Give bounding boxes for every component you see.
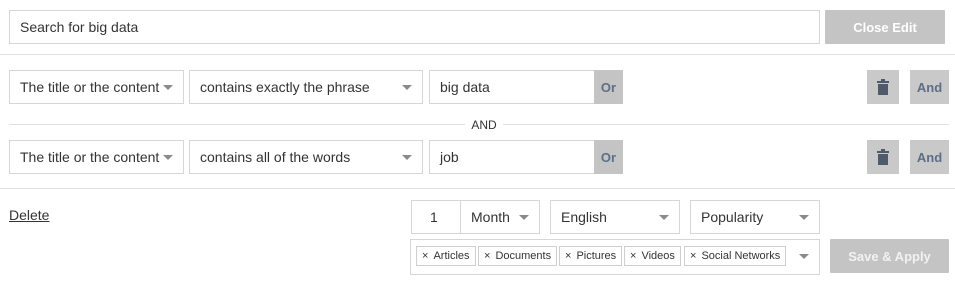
rule-2-delete-button[interactable] (867, 140, 899, 174)
tag-label: Videos (641, 250, 675, 262)
and-connector-label: AND (471, 118, 497, 132)
rule-1-value-input[interactable]: big data (429, 70, 595, 104)
caret-down-icon (163, 155, 173, 160)
divider-bottom (0, 188, 955, 189)
caret-down-icon (519, 215, 529, 220)
rule-2-field-value: The title or the content (20, 149, 160, 165)
close-edit-button[interactable]: Close Edit (825, 10, 945, 44)
delete-link[interactable]: Delete (9, 207, 49, 223)
rule-2-and-label: And (916, 149, 943, 165)
sort-select[interactable]: Popularity (690, 200, 820, 234)
trash-icon (877, 79, 889, 95)
rule-2-or-button[interactable]: Or (594, 140, 623, 174)
period-unit-value: Month (471, 209, 510, 225)
tag-label: Documents (495, 250, 552, 262)
rule-1-and-label: And (916, 79, 943, 95)
rule-1-and-button[interactable]: And (910, 70, 949, 104)
save-apply-button[interactable]: Save & Apply (830, 239, 949, 273)
remove-tag-icon[interactable]: × (630, 250, 636, 262)
rule-2-operator-value: contains all of the words (200, 149, 351, 165)
and-divider-left (9, 124, 465, 125)
rule-1-or-label: Or (600, 79, 617, 95)
tag-articles[interactable]: × Articles (416, 246, 476, 266)
rule-1-value-text: big data (440, 79, 490, 95)
search-input-value: Search for big data (20, 19, 139, 35)
rule-2-value-input[interactable]: job (429, 140, 595, 174)
tag-videos[interactable]: × Videos (624, 246, 681, 266)
rule-1-field-value: The title or the content (20, 79, 160, 95)
save-apply-label: Save & Apply (848, 248, 931, 264)
period-unit-select[interactable]: Month (460, 200, 540, 234)
tag-social-networks[interactable]: × Social Networks (684, 246, 787, 266)
rule-1-operator-select[interactable]: contains exactly the phrase (189, 70, 423, 104)
tag-pictures[interactable]: × Pictures (559, 246, 623, 266)
caret-down-icon (402, 85, 412, 90)
and-divider-right (503, 124, 949, 125)
rule-1-operator-value: contains exactly the phrase (200, 79, 370, 95)
rule-1-delete-button[interactable] (867, 70, 899, 104)
rule-2-operator-select[interactable]: contains all of the words (189, 140, 423, 174)
language-value: English (561, 209, 607, 225)
caret-down-icon (799, 215, 809, 220)
caret-down-icon (402, 155, 412, 160)
divider-top (0, 54, 955, 55)
caret-down-icon (659, 215, 669, 220)
tag-label: Articles (433, 250, 470, 262)
remove-tag-icon[interactable]: × (690, 250, 696, 262)
search-input[interactable]: Search for big data (9, 10, 820, 44)
rule-1-field-select[interactable]: The title or the content (9, 70, 184, 104)
tag-documents[interactable]: × Documents (478, 246, 558, 266)
trash-icon (877, 149, 889, 165)
period-value-input[interactable]: 1 (411, 200, 461, 234)
close-edit-label: Close Edit (853, 19, 917, 35)
remove-tag-icon[interactable]: × (422, 250, 428, 262)
rule-1-or-button[interactable]: Or (594, 70, 623, 104)
rule-2-field-select[interactable]: The title or the content (9, 140, 184, 174)
period-value-text: 1 (430, 209, 438, 225)
language-select[interactable]: English (550, 200, 680, 234)
remove-tag-icon[interactable]: × (484, 250, 490, 262)
caret-down-icon (799, 254, 809, 259)
rule-2-and-button[interactable]: And (910, 140, 949, 174)
rule-2-value-text: job (440, 149, 459, 165)
sort-value: Popularity (701, 209, 764, 225)
remove-tag-icon[interactable]: × (565, 250, 571, 262)
rule-2-or-label: Or (600, 149, 617, 165)
tag-label: Pictures (576, 250, 617, 262)
caret-down-icon (163, 85, 173, 90)
tag-label: Social Networks (701, 250, 781, 262)
